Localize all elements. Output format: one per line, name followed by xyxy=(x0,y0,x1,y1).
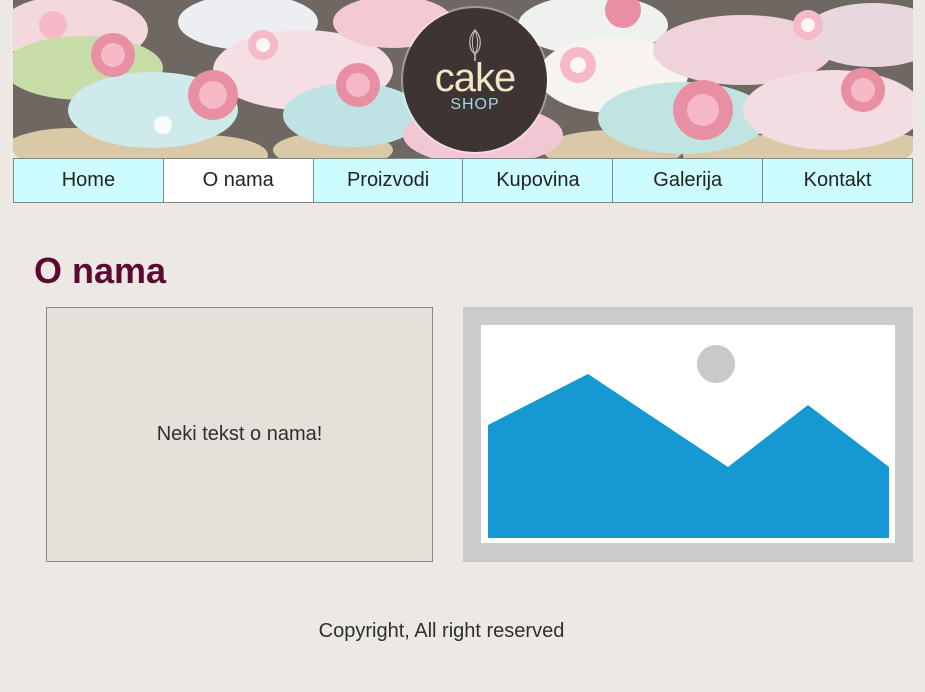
logo-word: cake xyxy=(434,56,517,100)
nav-item-proizvodi[interactable]: Proizvodi xyxy=(313,158,464,203)
landscape-placeholder-icon xyxy=(481,325,895,543)
footer-copyright: Copyright, All right reserved xyxy=(318,620,565,642)
about-text: Neki tekst o nama! xyxy=(156,423,323,445)
nav-item-galerija[interactable]: Galerija xyxy=(613,158,764,203)
nav-item-home[interactable]: Home xyxy=(13,158,164,203)
about-text-box: Neki tekst o nama! xyxy=(46,307,433,562)
header-banner: cake SHOP xyxy=(13,0,913,158)
page-title: O nama xyxy=(34,250,167,291)
nav-item-kontakt[interactable]: Kontakt xyxy=(763,158,913,203)
nav-item-kupovina[interactable]: Kupovina xyxy=(463,158,614,203)
nav-item-o-nama[interactable]: O nama xyxy=(163,158,314,203)
logo-subword: SHOP xyxy=(450,96,500,113)
image-placeholder xyxy=(463,307,913,562)
main-nav: Home O nama Proizvodi Kupovina Galerija … xyxy=(13,158,913,203)
cake-shop-logo[interactable]: cake SHOP xyxy=(403,8,547,152)
